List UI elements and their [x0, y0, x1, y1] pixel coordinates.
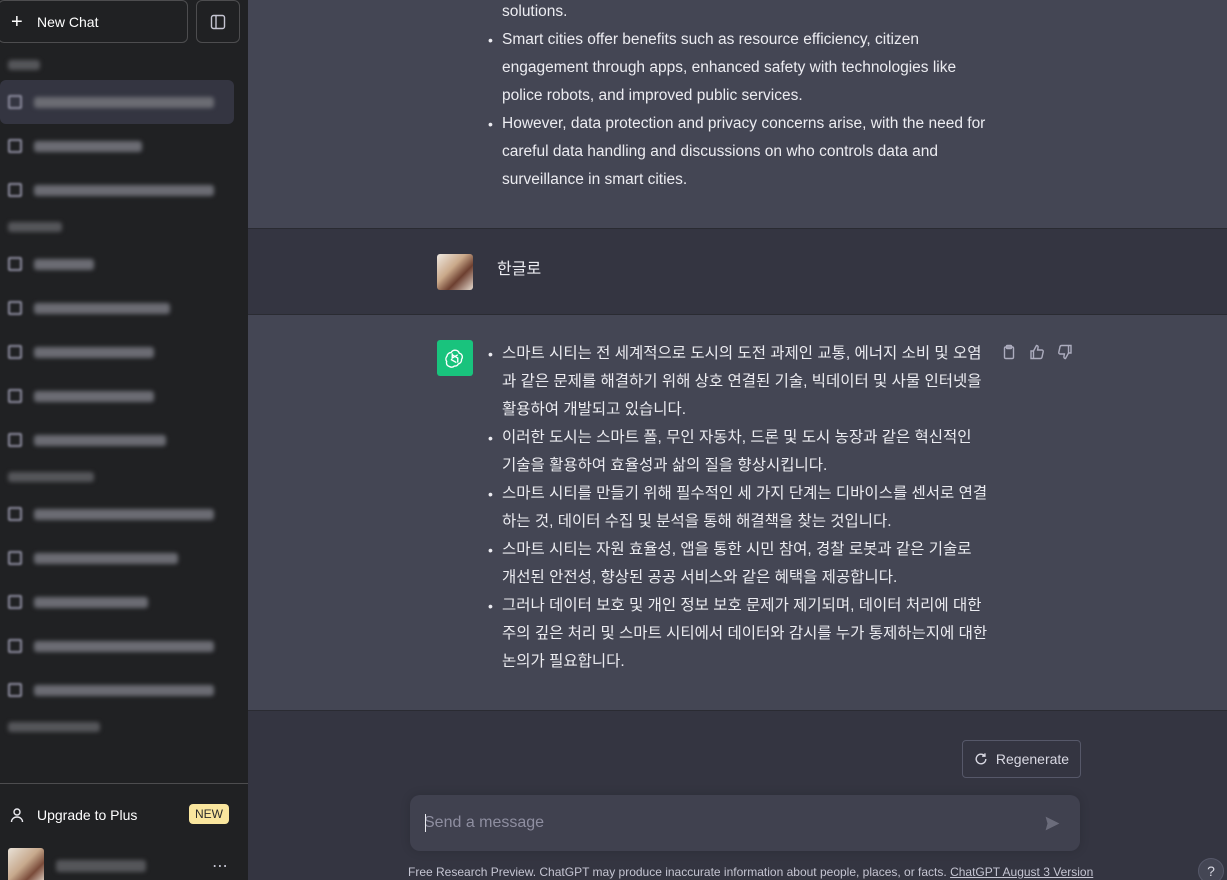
chat-bubble-icon: [8, 639, 22, 653]
upgrade-label: Upgrade to Plus: [37, 807, 138, 823]
chat-history: [0, 50, 248, 742]
history-item[interactable]: [0, 624, 248, 668]
user-name-redacted: [56, 860, 146, 872]
chat-bubble-icon: [8, 551, 22, 565]
chat-bubble-icon: [8, 301, 22, 315]
history-group-label: [0, 212, 248, 242]
prev-message-text: solutions.: [502, 3, 568, 20]
assistant-message: 스마트 시티는 전 세계적으로 도시의 도전 과제인 교통, 에너지 소비 및 …: [248, 315, 1227, 711]
chat-bubble-icon: [8, 389, 22, 403]
composer-area: Regenerate Free Research Preview. ChatGP…: [248, 711, 1227, 880]
history-item[interactable]: [0, 168, 248, 212]
assistant-message-previous: solutions. Smart cities offer benefits s…: [248, 0, 1227, 229]
more-options-icon[interactable]: ⋯: [212, 856, 229, 876]
regenerate-button[interactable]: Regenerate: [962, 740, 1081, 778]
version-link[interactable]: ChatGPT August 3 Version: [950, 865, 1093, 879]
plus-icon: +: [11, 10, 23, 33]
history-item[interactable]: [0, 580, 248, 624]
user-message: 한글로: [248, 229, 1227, 315]
history-item[interactable]: [0, 536, 248, 580]
chat-bubble-icon: [8, 257, 22, 271]
sidebar: + New Chat Upgrade to Plus NEW ⋯: [0, 0, 248, 880]
bullet-item: 이러한 도시는 스마트 폴, 무인 자동차, 드론 및 도시 농장과 같은 혁신…: [488, 424, 988, 480]
history-item[interactable]: [0, 80, 234, 124]
send-icon: [1045, 816, 1059, 830]
chat-bubble-icon: [8, 139, 22, 153]
avatar: [8, 848, 44, 880]
history-group-label: [0, 462, 248, 492]
prev-bullet-list: Smart cities offer benefits such as reso…: [488, 26, 988, 194]
thumbs-down-icon: [1058, 344, 1072, 360]
history-item[interactable]: [0, 374, 248, 418]
user-icon: [10, 808, 24, 823]
refresh-icon: [975, 753, 987, 765]
chat-bubble-icon: [8, 345, 22, 359]
bullet-item: 그러나 데이터 보호 및 개인 정보 보호 문제가 제기되며, 데이터 처리에 …: [488, 592, 988, 676]
history-item[interactable]: [0, 492, 248, 536]
regenerate-label: Regenerate: [995, 751, 1070, 767]
new-badge: NEW: [189, 804, 229, 824]
assistant-bullet-list: 스마트 시티는 전 세계적으로 도시의 도전 과제인 교통, 에너지 소비 및 …: [488, 340, 988, 676]
sidebar-footer: Upgrade to Plus NEW ⋯: [0, 783, 248, 880]
bullet-item: 스마트 시티는 전 세계적으로 도시의 도전 과제인 교통, 에너지 소비 및 …: [488, 340, 988, 424]
history-group-label: [0, 50, 248, 80]
bullet-item: 스마트 시티는 자원 효율성, 앱을 통한 시민 참여, 경찰 로봇과 같은 기…: [488, 536, 988, 592]
chatgpt-logo-icon: [437, 340, 473, 376]
bullet-item: Smart cities offer benefits such as reso…: [488, 26, 988, 110]
chat-bubble-icon: [8, 595, 22, 609]
new-chat-label: New Chat: [37, 13, 99, 30]
history-item[interactable]: [0, 330, 248, 374]
history-item[interactable]: [0, 124, 248, 168]
history-item[interactable]: [0, 286, 248, 330]
message-actions: [1000, 343, 1074, 361]
history-item[interactable]: [0, 242, 248, 286]
text-caret: [425, 814, 426, 832]
bullet-item: 스마트 시티를 만들기 위해 필수적인 세 가지 단계는 디바이스를 센서로 연…: [488, 480, 988, 536]
sidebar-toggle-icon: [210, 14, 226, 29]
chat-bubble-icon: [8, 183, 22, 197]
user-menu-button[interactable]: ⋯: [0, 846, 248, 880]
disclaimer-text: Free Research Preview. ChatGPT may produ…: [408, 865, 1108, 879]
toggle-sidebar-button[interactable]: [196, 0, 240, 43]
chat-bubble-icon: [8, 433, 22, 447]
chat-main: solutions. Smart cities offer benefits s…: [248, 0, 1227, 880]
thumbs-up-icon: [1030, 344, 1044, 360]
disclaimer-body: Free Research Preview. ChatGPT may produ…: [408, 865, 951, 879]
clipboard-icon: [1003, 344, 1015, 360]
history-item[interactable]: [0, 668, 248, 712]
help-button[interactable]: ?: [1198, 858, 1224, 880]
history-item[interactable]: [0, 418, 248, 462]
chat-bubble-icon: [8, 683, 22, 697]
thumbs-up-button[interactable]: [1028, 343, 1046, 361]
history-group-label: [0, 712, 248, 742]
message-composer: [410, 795, 1080, 851]
message-input[interactable]: [424, 811, 1024, 835]
chat-bubble-icon: [8, 95, 22, 109]
user-message-text: 한글로: [497, 261, 542, 278]
avatar: [437, 254, 473, 290]
bullet-item: However, data protection and privacy con…: [488, 110, 988, 194]
chat-bubble-icon: [8, 507, 22, 521]
copy-button[interactable]: [1000, 343, 1018, 361]
new-chat-button[interactable]: + New Chat: [0, 0, 188, 43]
send-button[interactable]: [1042, 813, 1062, 833]
thumbs-down-button[interactable]: [1056, 343, 1074, 361]
